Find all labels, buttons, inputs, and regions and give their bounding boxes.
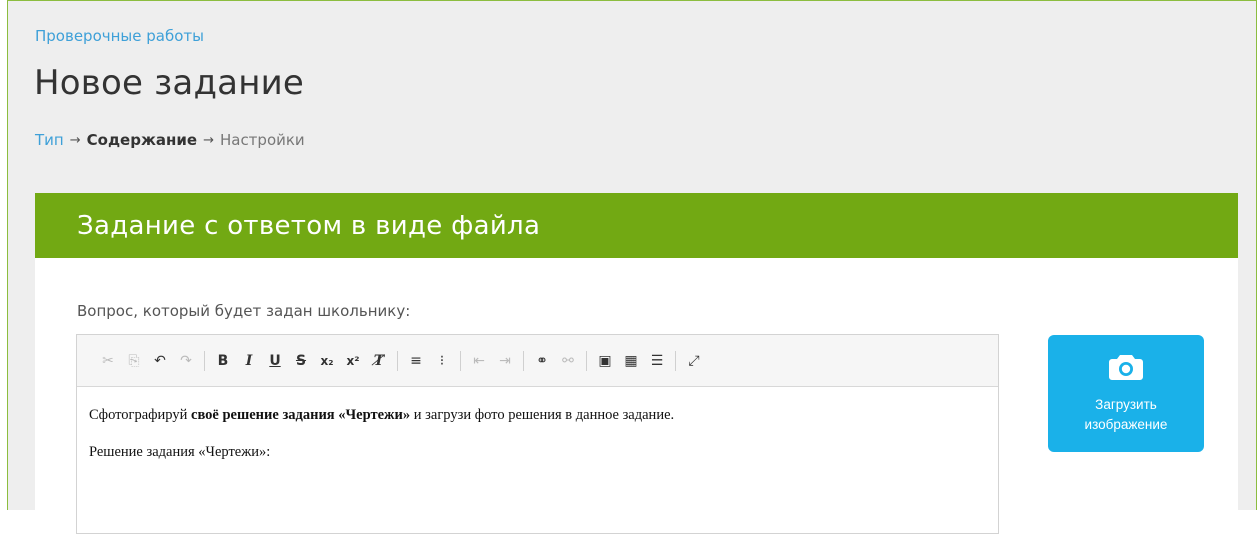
subscript-icon[interactable]: x₂: [316, 350, 338, 372]
outdent-icon[interactable]: ⇤: [468, 350, 490, 372]
toolbar-separator: [460, 350, 461, 371]
step-type-link[interactable]: Тип: [35, 131, 64, 149]
bold-icon[interactable]: B: [212, 350, 234, 372]
indent-icon[interactable]: ⇥: [494, 350, 516, 372]
superscript-icon[interactable]: x²: [342, 350, 364, 372]
editor-bold-text: своё решение задания «Чертежи»: [191, 407, 411, 423]
editor-content[interactable]: Сфотографируй своё решение задания «Черт…: [77, 387, 998, 461]
bulleted-list-icon[interactable]: ⁝: [431, 350, 453, 372]
task-card: Задание с ответом в виде файла Вопрос, к…: [35, 193, 1238, 534]
step-content-current: Содержание: [86, 131, 198, 149]
upload-button-label: Загрузить изображение: [1066, 395, 1186, 435]
toolbar-separator: [204, 350, 205, 371]
upload-label-line: изображение: [1084, 417, 1168, 432]
page-frame: Проверочные работы Новое задание Тип → С…: [7, 0, 1257, 534]
step-arrow: →: [69, 132, 81, 148]
unlink-icon[interactable]: ⚯: [557, 350, 579, 372]
undo-icon[interactable]: ↶: [149, 350, 171, 372]
camera-icon: [1108, 353, 1144, 385]
remove-format-icon[interactable]: T̸: [368, 350, 390, 372]
upload-label-line: Загрузить: [1095, 397, 1157, 412]
italic-icon[interactable]: I: [238, 350, 260, 372]
wizard-steps: Тип → Содержание → Настройки: [35, 131, 305, 149]
toolbar-separator: [675, 350, 676, 371]
editor-paragraph: Решение задания «Чертежи»:: [89, 444, 271, 460]
underline-icon[interactable]: U: [264, 350, 286, 372]
task-card-title: Задание с ответом в виде файла: [77, 210, 541, 241]
redo-icon[interactable]: ↷: [175, 350, 197, 372]
maximize-icon[interactable]: ⤢: [683, 350, 705, 372]
page-title: Новое задание: [34, 63, 305, 103]
image-icon[interactable]: ▣: [594, 350, 616, 372]
question-editor[interactable]: ✂ ⎘ ↶ ↷ B I U S x₂ x² T̸ ≡ ⁝ ⇤ ⇥ ⚭ ⚯ ▣ ▦…: [76, 334, 999, 534]
toolbar-separator: [397, 350, 398, 371]
table-icon[interactable]: ▦: [620, 350, 642, 372]
editor-text: Сфотографируй: [89, 407, 192, 423]
editor-paragraph: Сфотографируй своё решение задания «Черт…: [89, 407, 986, 424]
editor-toolbar: ✂ ⎘ ↶ ↷ B I U S x₂ x² T̸ ≡ ⁝ ⇤ ⇥ ⚭ ⚯ ▣ ▦…: [77, 335, 998, 387]
cut-icon[interactable]: ✂: [97, 350, 119, 372]
task-card-header: Задание с ответом в виде файла: [35, 193, 1238, 258]
numbered-list-icon[interactable]: ≡: [405, 350, 427, 372]
horizontal-rule-icon[interactable]: ☰: [646, 350, 668, 372]
question-label: Вопрос, который будет задан школьнику:: [77, 302, 411, 320]
upload-image-button[interactable]: Загрузить изображение: [1048, 335, 1204, 452]
editor-text: и загрузи фото решения в данное задание.: [410, 407, 675, 423]
step-settings: Настройки: [219, 131, 305, 149]
strikethrough-icon[interactable]: S: [290, 350, 312, 372]
toolbar-separator: [586, 350, 587, 371]
copy-icon[interactable]: ⎘: [123, 350, 145, 372]
toolbar-separator: [523, 350, 524, 371]
breadcrumb-link-tests[interactable]: Проверочные работы: [35, 27, 204, 45]
link-icon[interactable]: ⚭: [531, 350, 553, 372]
step-arrow: →: [203, 132, 214, 148]
